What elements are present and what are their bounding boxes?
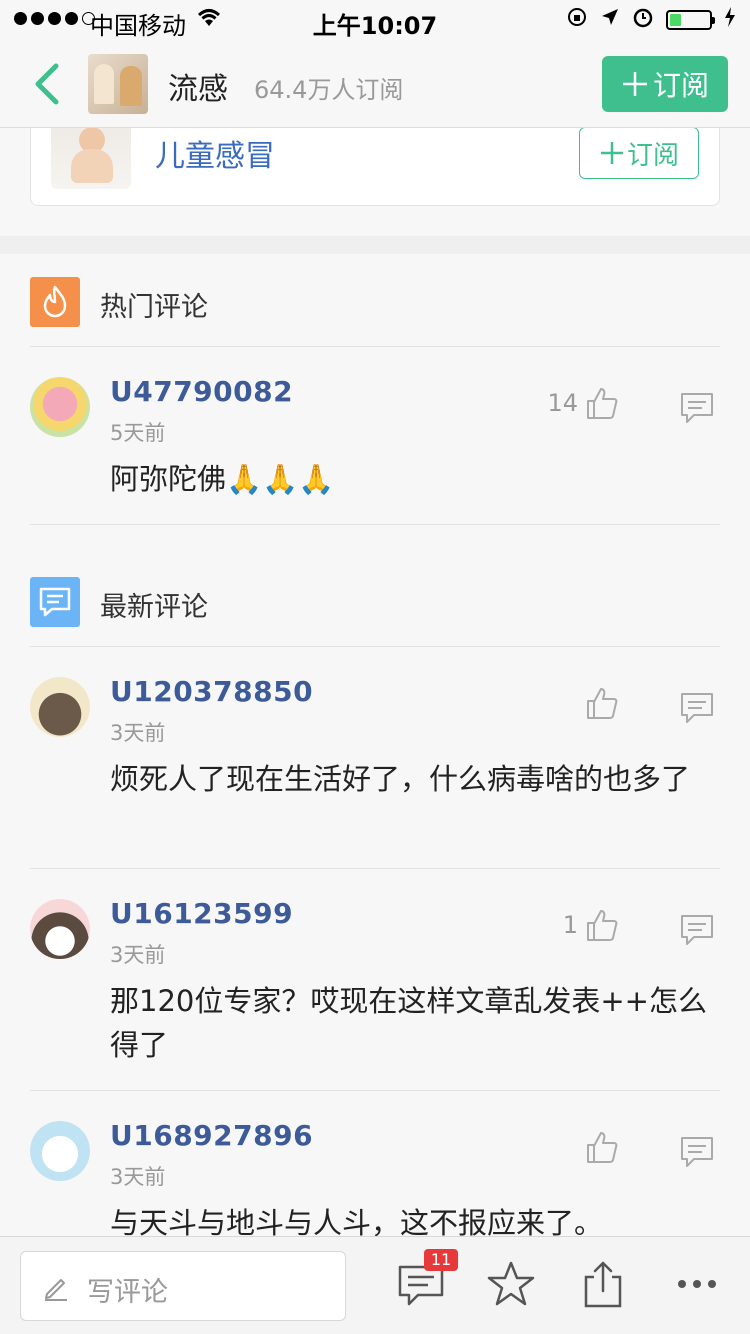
- comment-count-badge: 11: [424, 1249, 458, 1271]
- related-topic-subscribe-button[interactable]: 订阅: [579, 127, 699, 179]
- battery-icon: [666, 10, 715, 30]
- reply-button[interactable]: [680, 1135, 714, 1169]
- user-avatar[interactable]: [30, 899, 90, 959]
- chat-bubble-icon: [681, 1137, 713, 1167]
- like-count: 1: [562, 911, 578, 939]
- subscriber-count: 64.4万人订阅: [254, 76, 404, 104]
- thumbs-up-icon: [587, 388, 618, 419]
- user-avatar[interactable]: [30, 677, 90, 737]
- more-button[interactable]: [672, 1259, 722, 1309]
- thumbs-up-icon: [587, 1132, 618, 1163]
- comment-bubble-icon: [30, 577, 80, 627]
- user-avatar[interactable]: [30, 1121, 90, 1181]
- thumbs-up-icon: [587, 688, 618, 719]
- page-title: 流感: [168, 72, 228, 107]
- status-bar: 中国移动 上午10:07: [0, 0, 750, 40]
- orientation-lock-icon: [566, 6, 588, 34]
- write-comment-placeholder: 写评论: [87, 1277, 168, 1308]
- share-button[interactable]: [578, 1259, 628, 1309]
- like-button[interactable]: [578, 685, 620, 721]
- reply-button[interactable]: [680, 913, 714, 947]
- comment-username[interactable]: U120378850: [110, 675, 313, 708]
- comment-text: 阿弥陀佛🙏🙏🙏: [110, 462, 335, 496]
- hot-comments-header: 热门评论: [30, 255, 720, 347]
- comment-time: 3天前: [110, 721, 166, 745]
- new-comments-header: 最新评论: [30, 555, 720, 647]
- hot-comments-label: 热门评论: [100, 292, 208, 323]
- location-icon: [600, 7, 620, 33]
- reply-button[interactable]: [680, 691, 714, 725]
- write-comment-input[interactable]: 写评论: [20, 1251, 346, 1321]
- comment-username[interactable]: U168927896: [110, 1119, 313, 1152]
- topic-avatar[interactable]: [88, 54, 148, 114]
- flame-icon: [30, 277, 80, 327]
- chat-bubble-icon: [681, 915, 713, 945]
- section-divider: [0, 236, 750, 254]
- alarm-icon: [632, 6, 654, 34]
- back-button[interactable]: [30, 62, 64, 106]
- like-count: 14: [547, 389, 578, 417]
- chat-bubble-icon: [681, 393, 713, 423]
- bottom-toolbar: 写评论 11: [0, 1236, 750, 1334]
- pencil-icon: [45, 1279, 67, 1301]
- like-button[interactable]: [578, 1129, 620, 1165]
- reply-button[interactable]: [680, 391, 714, 425]
- thumbs-up-icon: [587, 910, 618, 941]
- charging-icon: [724, 6, 736, 34]
- nav-bar: 流感 64.4万人订阅 订阅: [0, 40, 750, 128]
- like-button[interactable]: 14: [547, 385, 620, 421]
- comment-username[interactable]: U16123599: [110, 897, 293, 930]
- subscribe-label: 订阅: [652, 69, 709, 102]
- chat-bubble-icon: [681, 693, 713, 723]
- plus-icon: [622, 72, 647, 96]
- new-comments-label: 最新评论: [100, 592, 208, 623]
- subscribe-button[interactable]: 订阅: [602, 56, 728, 112]
- user-avatar[interactable]: [30, 377, 90, 437]
- comment-text: 烦死人了现在生活好了，什么病毒啥的也多了: [110, 762, 691, 796]
- comment-time: 3天前: [110, 943, 166, 967]
- star-icon: [487, 1261, 535, 1306]
- plus-icon: [600, 142, 623, 164]
- share-icon: [584, 1261, 622, 1308]
- related-topic-subscribe-label: 订阅: [626, 140, 679, 171]
- comment-item: U47790082 5天前 14 阿弥陀佛🙏🙏🙏: [30, 347, 720, 525]
- more-dots-icon: [678, 1280, 716, 1288]
- comment-time: 5天前: [110, 421, 166, 445]
- comment-item: U16123599 3天前 1 那120位专家？哎现在这样文章乱发表++怎么得了: [30, 869, 720, 1091]
- comment-time: 3天前: [110, 1165, 166, 1189]
- comment-item: U120378850 3天前 烦死人了现在生活好了，什么病毒啥的也多了: [30, 647, 720, 869]
- comment-username[interactable]: U47790082: [110, 375, 293, 408]
- chevron-left-icon: [35, 63, 59, 105]
- favorite-button[interactable]: [486, 1259, 536, 1309]
- like-button[interactable]: 1: [563, 907, 620, 943]
- related-topic-name[interactable]: 儿童感冒: [155, 131, 275, 175]
- comment-text: 那120位专家？哎现在这样文章乱发表++怎么得了: [110, 984, 707, 1062]
